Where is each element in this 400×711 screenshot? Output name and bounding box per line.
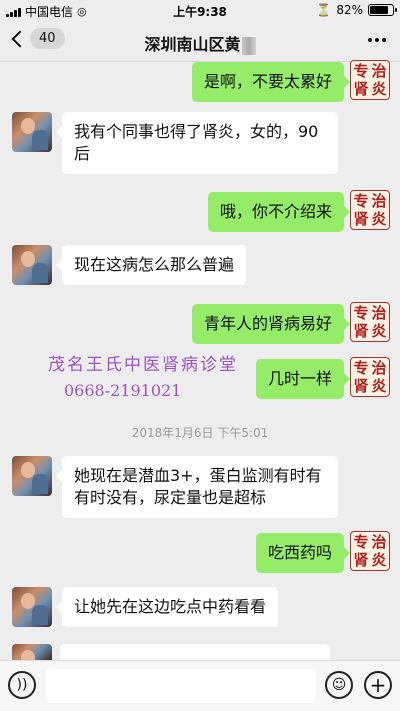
watermark: 茂名王氏中医肾病诊堂 0668-2191021 bbox=[48, 350, 238, 400]
more-options-button[interactable] bbox=[368, 38, 386, 42]
battery-icon bbox=[368, 4, 397, 16]
message-bubble-received[interactable]: 现在这病怎么那么普遍 bbox=[55, 245, 247, 285]
voice-input-button[interactable]: )) bbox=[8, 671, 36, 699]
watermark-name: 茂名王氏中医肾病诊堂 bbox=[48, 355, 238, 375]
battery-percent: 82% bbox=[336, 3, 363, 17]
clinic-avatar[interactable]: 专治肾炎 bbox=[350, 302, 390, 342]
user-avatar[interactable] bbox=[12, 112, 52, 152]
message-bubble-received[interactable]: 我有个同事也得了肾炎，女的，90后 bbox=[56, 112, 338, 174]
message-text: 她现在是潜血3+，蛋白监测有时有有时没有，尿定量也是超标 bbox=[74, 466, 322, 507]
message-bubble-sent[interactable]: 哦，你不介绍来 bbox=[207, 192, 351, 232]
chat-title: 深圳南山区黄 bbox=[0, 31, 400, 55]
message-text: 几时一样 bbox=[267, 369, 332, 388]
message-text: 青年人的肾病易好 bbox=[203, 314, 332, 333]
message-text: 哦，你不介绍来 bbox=[219, 202, 332, 221]
battery-fill bbox=[370, 6, 389, 14]
user-avatar[interactable] bbox=[12, 245, 52, 285]
message-bubble-received[interactable]: 让她先在这边吃点中药看看 bbox=[55, 587, 279, 627]
chat-timestamp: 2018年1月6日 下午5:01 bbox=[131, 426, 269, 440]
clinic-avatar[interactable]: 专治肾炎 bbox=[350, 357, 390, 397]
orientation-lock-icon: ⏳ bbox=[316, 3, 332, 17]
message-bubble-sent[interactable]: 几时一样 bbox=[255, 359, 351, 399]
input-bar: )) ☺ + bbox=[0, 660, 400, 711]
status-right: ⏳ 82% bbox=[316, 3, 397, 17]
user-avatar[interactable] bbox=[12, 456, 52, 496]
message-text: 是啊，不要太累好 bbox=[203, 72, 332, 91]
message-text: 现在这病怎么那么普遍 bbox=[74, 255, 235, 274]
clinic-avatar[interactable]: 专治肾炎 bbox=[350, 531, 390, 571]
message-input[interactable] bbox=[46, 669, 316, 703]
emoji-icon: ☺ bbox=[331, 677, 347, 693]
status-bar: 中国电信 ◎ 上午9:38 ⏳ 82% bbox=[0, 0, 400, 22]
message-bubble-received[interactable] bbox=[60, 644, 330, 660]
clinic-avatar[interactable]: 专治肾炎 bbox=[350, 190, 390, 230]
chat-title-text: 深圳南山区黄 bbox=[144, 35, 241, 54]
voice-icon: )) bbox=[16, 677, 28, 693]
clinic-avatar[interactable]: 专治肾炎 bbox=[350, 60, 390, 100]
user-avatar[interactable] bbox=[12, 644, 52, 660]
more-functions-button[interactable]: + bbox=[364, 671, 392, 699]
emoji-button[interactable]: ☺ bbox=[325, 671, 353, 699]
chat-header: 40 深圳南山区黄 bbox=[0, 22, 400, 62]
user-avatar[interactable] bbox=[12, 587, 52, 627]
message-text: 我有个同事也得了肾炎，女的，90后 bbox=[74, 122, 319, 163]
message-text: 让她先在这边吃点中药看看 bbox=[74, 597, 267, 616]
message-bubble-sent[interactable]: 是啊，不要太累好 bbox=[191, 62, 351, 102]
redacted-text bbox=[241, 36, 256, 55]
watermark-phone: 0668-2191021 bbox=[64, 381, 182, 400]
message-bubble-sent[interactable]: 吃西药吗 bbox=[255, 533, 351, 573]
plus-icon: + bbox=[369, 673, 387, 697]
message-bubble-sent[interactable]: 青年人的肾病易好 bbox=[191, 304, 351, 344]
message-bubble-received[interactable]: 她现在是潜血3+，蛋白监测有时有有时没有，尿定量也是超标 bbox=[56, 456, 338, 518]
message-text: 吃西药吗 bbox=[267, 543, 332, 562]
